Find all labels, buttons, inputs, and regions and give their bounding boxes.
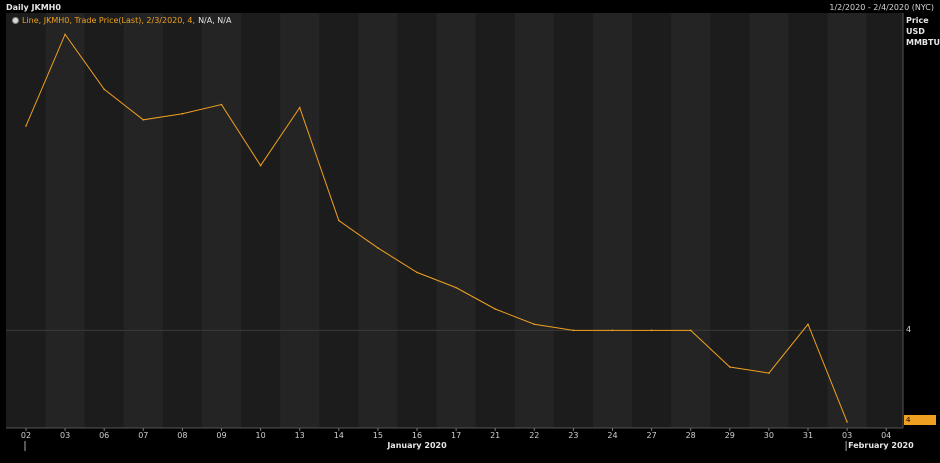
series-point: [807, 323, 809, 326]
column-band: [436, 13, 476, 428]
series-point: [729, 366, 731, 368]
column-band: [514, 13, 554, 428]
series-point: [494, 308, 497, 310]
legend[interactable]: Line, JKMH0, Trade Price(Last), 2/3/2020…: [12, 16, 231, 25]
x-tick-label: 03: [60, 431, 71, 440]
column-band: [671, 13, 711, 428]
month-label: January 2020: [387, 441, 447, 450]
units-line-price: Price: [906, 16, 929, 25]
series-point: [377, 247, 379, 249]
x-tick-label: 17: [451, 431, 462, 440]
series-point: [650, 329, 653, 332]
column-band: [358, 13, 398, 428]
series-point: [572, 329, 575, 332]
x-tick-label: 06: [99, 431, 110, 440]
series-point: [25, 125, 27, 127]
x-tick-label: 23: [568, 431, 579, 440]
y-axis-units: Price USD MMBTU: [906, 15, 940, 48]
series-point: [533, 323, 536, 326]
x-tick-label: 31: [802, 431, 814, 440]
series-point: [298, 106, 301, 109]
series-point: [259, 164, 262, 167]
series-point: [220, 103, 223, 106]
x-tick-label: 21: [490, 431, 501, 440]
x-tick-label: 30: [763, 431, 774, 440]
column-band: [827, 13, 867, 428]
column-band: [280, 13, 320, 428]
x-tick-label: 09: [216, 431, 227, 440]
x-tick-label: 02: [20, 431, 32, 440]
legend-na-text: N/A, N/A: [198, 16, 232, 25]
series-point: [416, 271, 418, 274]
x-tick-label: 03: [842, 431, 853, 440]
x-tick-label: 15: [372, 431, 383, 440]
x-tick-label: 13: [294, 431, 305, 440]
settings-dot-icon[interactable]: [12, 17, 19, 24]
series-point: [142, 119, 145, 121]
series-point: [768, 372, 770, 374]
column-band: [45, 13, 85, 428]
y-tick-label: 4: [906, 325, 912, 335]
series-point: [64, 33, 66, 36]
plot-area: [0, 0, 940, 463]
x-tick-label: 16: [411, 431, 423, 440]
series-point: [611, 329, 614, 332]
chart-title: Daily JKMH0: [6, 3, 61, 12]
x-tick-label: 14: [333, 431, 344, 440]
column-band: [749, 13, 789, 428]
series-point: [338, 219, 340, 222]
x-tick-label: 08: [177, 431, 188, 440]
legend-series-text: Line, JKMH0, Trade Price(Last), 2/3/2020…: [22, 16, 196, 25]
x-tick-label: 04: [881, 431, 892, 440]
chart-window: Daily JKMH0 1/2/2020 - 2/4/2020 (NYC) Li…: [0, 0, 940, 463]
date-range: 1/2/2020 - 2/4/2020 (NYC): [829, 3, 934, 12]
x-tick-label: 10: [255, 431, 266, 440]
series-point: [181, 112, 184, 115]
units-line-currency: USD: [906, 27, 925, 36]
units-line-unit: MMBTU: [906, 38, 940, 47]
column-band: [592, 13, 633, 428]
series-point: [103, 88, 105, 91]
column-band: [201, 13, 242, 428]
series-point: [846, 421, 848, 423]
month-label: February 2020: [848, 441, 914, 450]
x-tick-label: 27: [646, 431, 657, 440]
x-tick-label: 24: [607, 431, 618, 440]
x-tick-label: 22: [529, 431, 540, 440]
series-point: [689, 329, 692, 332]
x-tick-label: 29: [724, 431, 735, 440]
series-point: [455, 286, 457, 289]
x-tick-label: 07: [138, 431, 149, 440]
last-value-badge: 4: [904, 415, 936, 425]
column-band: [123, 13, 163, 428]
x-tick-label: 28: [685, 431, 696, 440]
